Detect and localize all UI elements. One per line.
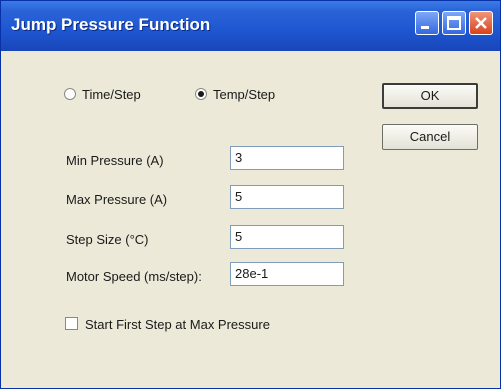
max-pressure-label: Max Pressure (A) [66, 192, 168, 207]
start-first-step-label[interactable]: Start First Step at Max Pressure [85, 317, 270, 332]
maximize-button[interactable] [442, 11, 466, 35]
radio-circle [195, 88, 207, 100]
close-icon [475, 17, 487, 29]
cancel-button[interactable]: Cancel [382, 124, 478, 150]
minimize-icon [421, 26, 429, 29]
radio-circle [64, 88, 76, 100]
motor-speed-input[interactable]: 28e-1 [230, 262, 344, 286]
radio-selected-dot [198, 91, 204, 97]
motor-speed-label: Motor Speed (ms/step): [66, 269, 202, 284]
radio-label: Time/Step [82, 87, 141, 102]
close-button[interactable] [469, 11, 493, 35]
max-pressure-input[interactable]: 5 [230, 185, 344, 209]
step-size-label: Step Size (°C) [66, 232, 149, 247]
maximize-icon [447, 16, 461, 30]
min-pressure-input[interactable]: 3 [230, 146, 344, 170]
minimize-button[interactable] [415, 11, 439, 35]
dialog-window: Jump Pressure Function Time/Step Temp/St [0, 0, 501, 389]
radio-label: Temp/Step [213, 87, 276, 102]
title-bar[interactable]: Jump Pressure Function [1, 1, 500, 51]
step-size-input[interactable]: 5 [230, 225, 344, 249]
window-title: Jump Pressure Function [11, 15, 211, 34]
ok-button[interactable]: OK [382, 83, 478, 109]
min-pressure-label: Min Pressure (A) [66, 153, 164, 168]
start-first-step-checkbox[interactable] [65, 317, 78, 330]
